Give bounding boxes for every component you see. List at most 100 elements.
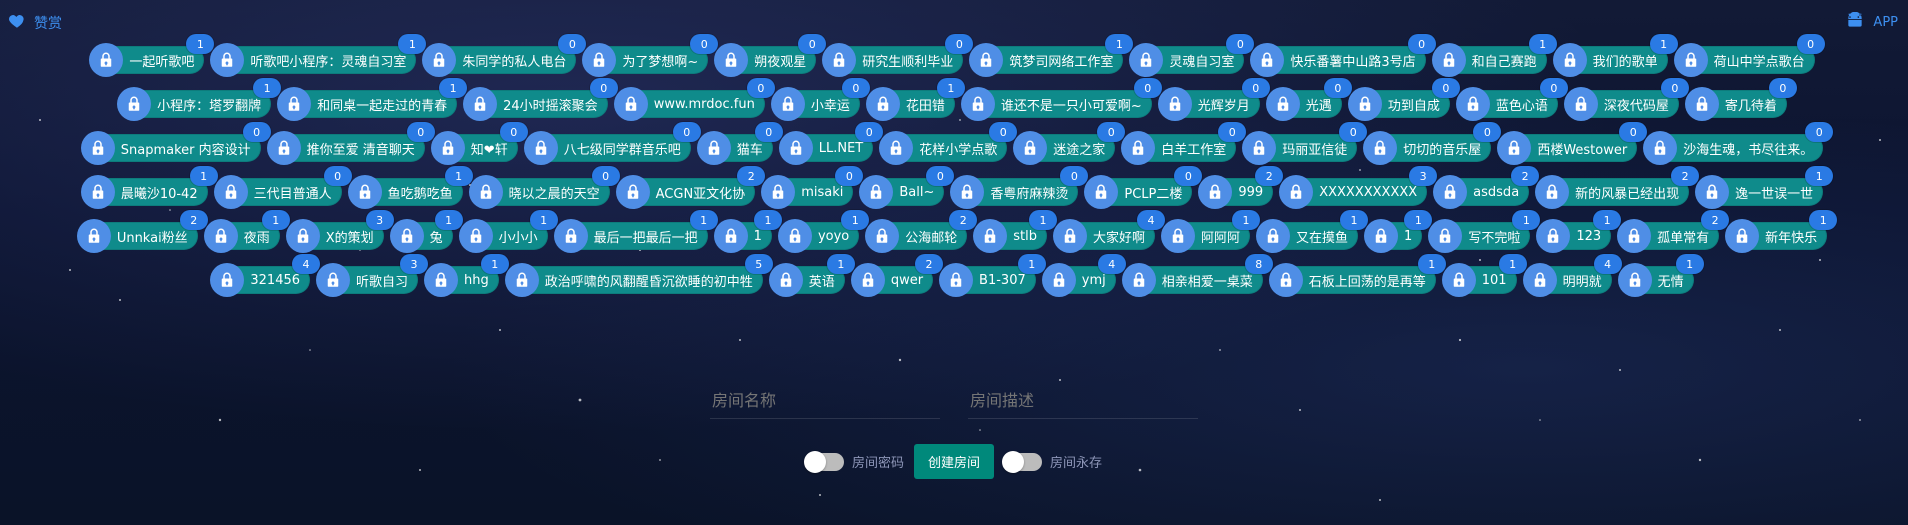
room-item[interactable]: 孤单常有 2 xyxy=(1617,210,1730,253)
room-desc-field[interactable] xyxy=(968,386,1198,419)
create-room-actions: 房间密码 创建房间 房间永存 xyxy=(0,444,1908,479)
room-item[interactable]: yoyo 1 xyxy=(777,210,870,253)
room-item[interactable]: 101 1 xyxy=(1441,254,1527,297)
room-item[interactable]: 石板上回荡的是再等 1 xyxy=(1268,254,1446,297)
room-item[interactable]: 为了梦想啊~ 0 xyxy=(582,34,719,77)
room-item[interactable]: 公海邮轮 2 xyxy=(865,210,978,253)
room-item[interactable]: 蓝色心语 0 xyxy=(1455,78,1568,121)
room-user-count-badge: 0 xyxy=(558,34,587,54)
room-item[interactable]: 鱼吃鹅吃鱼 1 xyxy=(347,166,473,209)
room-item[interactable]: 明明就 4 xyxy=(1522,254,1622,297)
room-item[interactable]: qwer 2 xyxy=(850,254,944,297)
room-item[interactable]: Snapmaker 内容设计 0 xyxy=(80,122,271,165)
room-item[interactable]: 999 2 xyxy=(1198,166,1284,209)
room-item[interactable]: 和自己赛跑 1 xyxy=(1431,34,1557,77)
room-item[interactable]: stlb 1 xyxy=(973,210,1057,253)
room-item[interactable]: www.mrdoc.fun 0 xyxy=(613,78,775,121)
room-item[interactable]: 荷山中学点歌台 0 xyxy=(1673,34,1825,77)
room-item[interactable]: 新的风暴已经出现 2 xyxy=(1535,166,1700,209)
room-item[interactable]: 深夜代码屋 0 xyxy=(1563,78,1689,121)
room-item[interactable]: 相亲相爱一桌菜 8 xyxy=(1121,254,1273,297)
room-item[interactable]: 香粤府麻辣烫 0 xyxy=(950,166,1089,209)
room-item[interactable]: 小幸运 0 xyxy=(770,78,870,121)
room-item[interactable]: 阿阿阿 1 xyxy=(1161,210,1261,253)
room-item[interactable]: Ball~ 0 xyxy=(859,166,955,209)
persist-toggle[interactable] xyxy=(1002,450,1042,473)
room-item[interactable]: 小小小 1 xyxy=(458,210,558,253)
room-item[interactable]: 晨曦沙10-42 1 xyxy=(80,166,218,209)
room-item[interactable]: 听歌自习 3 xyxy=(316,254,429,297)
reward-link[interactable]: 赞赏 xyxy=(8,12,62,34)
room-item[interactable]: 大家好啊 4 xyxy=(1052,210,1165,253)
room-name: 和同桌一起走过的青春 xyxy=(317,98,448,114)
room-item[interactable]: 八七级同学群音乐吧 0 xyxy=(523,122,701,165)
persist-switch[interactable]: 房间永存 xyxy=(1002,450,1102,473)
room-item[interactable]: 寄几待着 0 xyxy=(1684,78,1797,121)
room-item[interactable]: 快乐番薯中山路3号店 0 xyxy=(1250,34,1436,77)
room-item[interactable]: 玛丽亚信徒 0 xyxy=(1242,122,1368,165)
room-item[interactable]: B1-307 1 xyxy=(939,254,1046,297)
room-item[interactable]: 光遇 0 xyxy=(1265,78,1352,121)
room-item[interactable]: 英语 1 xyxy=(768,254,855,297)
room-item[interactable]: 写不完啦 1 xyxy=(1428,210,1541,253)
room-item[interactable]: misaki 0 xyxy=(761,166,864,209)
room-item[interactable]: 24小时摇滚聚会 0 xyxy=(463,78,618,121)
room-item[interactable]: X的策划 3 xyxy=(285,210,394,253)
room-item[interactable]: 切切的音乐屋 0 xyxy=(1363,122,1502,165)
room-item[interactable]: 夜雨 1 xyxy=(203,210,290,253)
password-toggle[interactable] xyxy=(803,450,844,473)
room-item[interactable]: 无情 1 xyxy=(1617,254,1704,297)
room-item[interactable]: ACGN亚文化协 2 xyxy=(615,166,766,209)
room-item[interactable]: LL.NET 0 xyxy=(778,122,884,165)
room-name-input[interactable] xyxy=(710,392,940,412)
room-item[interactable]: 知❤轩 0 xyxy=(430,122,528,165)
room-item[interactable]: 研究生顺利毕业 0 xyxy=(822,34,974,77)
password-switch[interactable]: 房间密码 xyxy=(803,450,904,473)
room-item[interactable]: 迷途之家 0 xyxy=(1013,122,1126,165)
room-item[interactable]: 灵魂自习室 0 xyxy=(1129,34,1255,77)
room-item[interactable]: ymj 4 xyxy=(1041,254,1126,297)
room-item[interactable]: 兔1 xyxy=(389,210,463,253)
room-item[interactable]: 123 1 xyxy=(1536,210,1622,253)
room-item[interactable]: 沙海生魂，书尽往来。 0 xyxy=(1643,122,1834,165)
room-name-field[interactable] xyxy=(710,386,940,419)
room-item[interactable]: 11 xyxy=(713,210,782,253)
room-item[interactable]: 三代目普通人 0 xyxy=(213,166,352,209)
room-item[interactable]: 321456 4 xyxy=(210,254,321,297)
room-item[interactable]: 又在摸鱼 1 xyxy=(1256,210,1369,253)
room-item[interactable]: Unnkai粉丝 2 xyxy=(76,210,208,253)
room-item[interactable]: 我们的歌单 1 xyxy=(1552,34,1678,77)
room-item[interactable]: 11 xyxy=(1364,210,1433,253)
room-name: B1-307 xyxy=(979,272,1026,288)
room-item[interactable]: 花田错 1 xyxy=(865,78,965,121)
room-item[interactable]: asdsda 2 xyxy=(1433,166,1540,209)
room-item[interactable]: 逸一世误一世 1 xyxy=(1695,166,1834,209)
room-item[interactable]: 推你至爱 清音聊天 0 xyxy=(266,122,435,165)
room-item[interactable]: 最后一把最后一把 1 xyxy=(553,210,718,253)
room-item[interactable]: 新年快乐 1 xyxy=(1725,210,1838,253)
room-item[interactable]: 朔夜观星 0 xyxy=(714,34,827,77)
room-item[interactable]: 西楼Westower 0 xyxy=(1497,122,1648,165)
room-item[interactable]: 光辉岁月 0 xyxy=(1157,78,1270,121)
room-item[interactable]: 晓以之晨的天空 0 xyxy=(468,166,620,209)
room-item[interactable]: PCLP二楼 0 xyxy=(1084,166,1203,209)
room-item[interactable]: 听歌吧小程序：灵魂自习室 1 xyxy=(210,34,427,77)
room-item[interactable]: 花样小学点歌 0 xyxy=(879,122,1018,165)
app-link[interactable]: APP xyxy=(1845,11,1898,32)
room-item[interactable]: 白羊工作室 0 xyxy=(1121,122,1247,165)
room-item[interactable]: 筑梦司网络工作室 1 xyxy=(969,34,1134,77)
room-item[interactable]: 小程序：塔罗翻牌 1 xyxy=(117,78,282,121)
room-item[interactable]: 政治呼啸的风翻醒昏沉欲睡的初中牲 5 xyxy=(504,254,773,297)
room-item[interactable]: 和同桌一起走过的青春 1 xyxy=(277,78,468,121)
room-item[interactable]: 猫车 0 xyxy=(696,122,783,165)
room-row: Unnkai粉丝 2 夜雨 1 X的策划 3 兔 1 小小小 1 最后一把最后一把 1 1 1 yoyo 1 公… xyxy=(0,210,1908,253)
room-desc-input[interactable] xyxy=(968,392,1198,412)
room-user-count-badge: 0 xyxy=(1097,122,1126,142)
create-room-button[interactable]: 创建房间 xyxy=(913,444,994,479)
room-item[interactable]: 功到自成 0 xyxy=(1347,78,1460,121)
room-item[interactable]: 谁还不是一只小可爱啊~ 0 xyxy=(960,78,1162,121)
room-item[interactable]: 朱同学的私人电台 0 xyxy=(422,34,587,77)
room-item[interactable]: hhg 1 xyxy=(424,254,509,297)
room-item[interactable]: 一起听歌吧 1 xyxy=(89,34,215,77)
room-item[interactable]: XXXXXXXXXXX 3 xyxy=(1279,166,1438,209)
